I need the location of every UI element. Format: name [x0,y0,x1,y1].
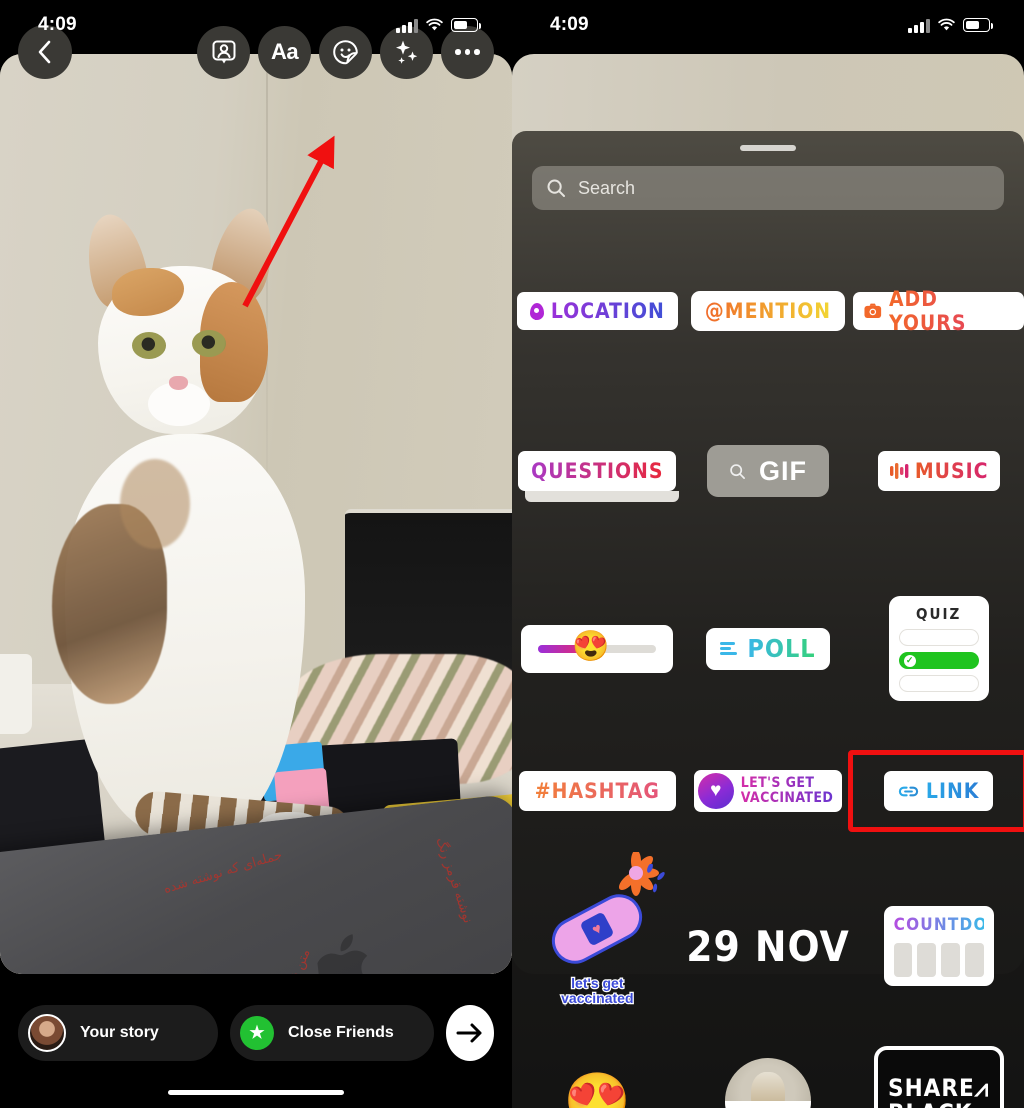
sticker-location[interactable]: LOCATION [516,292,678,330]
quiz-option [898,629,979,646]
next-button[interactable] [446,1005,494,1061]
apple-logo-icon [315,934,373,974]
sticker-questions[interactable]: QUESTIONS [518,451,685,506]
quiz-title: QUIZ [916,605,962,623]
search-placeholder: Search [578,177,636,198]
battery-icon [451,18,482,32]
mug [0,654,32,734]
story-photo-preview[interactable]: iNnative BUT [0,54,512,974]
slider-track: 😍 [538,631,657,661]
sticker-photo[interactable] [725,1058,811,1108]
star-icon: ★ [240,1016,274,1050]
dual-phone-screenshot: 4:09 iNnative BUT [0,0,1024,1108]
sticker-gif[interactable]: GIF [707,445,829,497]
status-bar-left: 4:09 [0,0,512,50]
share-black-label: SHARE⩘ BLACK⩘ [888,1073,990,1108]
music-label: MUSIC [914,459,989,483]
sticker-mention[interactable]: @MENTION [690,291,846,331]
sticker-add-yours[interactable]: ADD YOURS [853,287,1024,335]
status-icons [908,18,994,33]
poll-label: POLL [747,634,816,663]
close-friends-button[interactable]: ★ Close Friends [230,1005,434,1061]
photo-sticker-line [725,1101,811,1108]
sticker-row-2: QUESTIONS GIF MUSIC [512,441,1024,506]
your-story-button[interactable]: Your story [18,1005,218,1061]
sticker-row-3: 😍 POLL QUIZ ✓ [512,596,1024,701]
wifi-icon [425,18,444,32]
equalizer-icon [889,463,909,479]
sticker-row-5: ♥ let's get vaccinated 29 NOV COUNTDOWN [512,851,1024,1016]
drag-handle[interactable] [740,145,796,151]
heart-badge-icon [697,773,734,809]
sticker-share-black[interactable]: SHARE⩘ BLACK⩘ [873,1046,1004,1108]
search-icon [730,463,745,479]
add-yours-label: ADD YOURS [889,287,1013,335]
map-pin-icon [529,302,544,320]
story-audience-bar: Your story ★ Close Friends [0,1000,512,1066]
your-story-label: Your story [80,1024,159,1041]
link-highlight-box [848,750,1024,832]
sticker-poll[interactable]: POLL [706,627,830,670]
wifi-icon [937,18,956,32]
close-friends-label: Close Friends [288,1024,394,1041]
cellular-bars-icon [396,18,418,33]
status-clock: 4:09 [38,14,77,35]
quiz-option [898,675,979,692]
vaccinated-badge-label: LET'S GET VACCINATED [740,774,834,806]
cat-photo-subject [40,202,352,858]
hashtag-label: #HASHTAG [534,779,660,803]
battery-icon [963,18,994,32]
camera-icon [864,303,882,318]
sticker-emoji-slider[interactable]: 😍 [521,624,674,673]
cellular-bars-icon [908,18,930,33]
slider-emoji-thumb: 😍 [572,629,610,663]
countdown-blocks [893,943,984,977]
sticker-tray-sheet: Search LOCATION @MENTION ADD YOURS QUEST… [512,131,1024,1108]
search-icon [547,179,565,197]
search-input[interactable]: Search [532,166,1004,210]
sticker-music[interactable]: MUSIC [877,451,1000,491]
sticker-emoji[interactable]: 😍 [564,1074,631,1108]
sticker-row-6: 😍 SHARE⩘ BLACK⩘ [512,1046,1024,1108]
sticker-vaccinated-illustration[interactable]: ♥ let's get vaccinated [537,851,666,1007]
vaccinated-caption: let's get vaccinated [560,974,635,1007]
sticker-lets-get-vaccinated-badge[interactable]: LET'S GET VACCINATED [693,770,843,812]
sticker-row-1: LOCATION @MENTION ADD YOURS [512,286,1024,336]
mention-label: @MENTION [704,299,832,323]
sticker-quiz[interactable]: QUIZ ✓ [888,596,989,701]
questions-label: QUESTIONS [531,459,664,483]
status-clock: 4:09 [550,14,589,35]
left-phone-story-composer: 4:09 iNnative BUT [0,0,512,1108]
gif-label: GIF [759,455,807,486]
sticker-hashtag[interactable]: #HASHTAG [518,771,676,811]
quiz-option-selected: ✓ [898,652,979,669]
check-icon: ✓ [903,654,916,667]
poll-lines-icon [720,642,738,655]
home-indicator [168,1089,344,1095]
countdown-title: COUNTDOWN [893,915,1020,935]
sticker-grid: LOCATION @MENTION ADD YOURS QUESTIONS GI… [512,256,1024,1108]
status-icons [396,18,482,33]
right-phone-sticker-tray: 4:09 Search LOCATION @MENTION ADD YOURS … [512,0,1024,1108]
sparkle-dashes-icon [647,863,666,892]
sticker-countdown[interactable]: COUNTDOWN [883,906,1020,986]
avatar [28,1014,66,1052]
location-label: LOCATION [550,299,665,323]
sticker-date[interactable]: 29 NOV [686,922,850,971]
status-bar-right: 4:09 [512,0,1024,50]
